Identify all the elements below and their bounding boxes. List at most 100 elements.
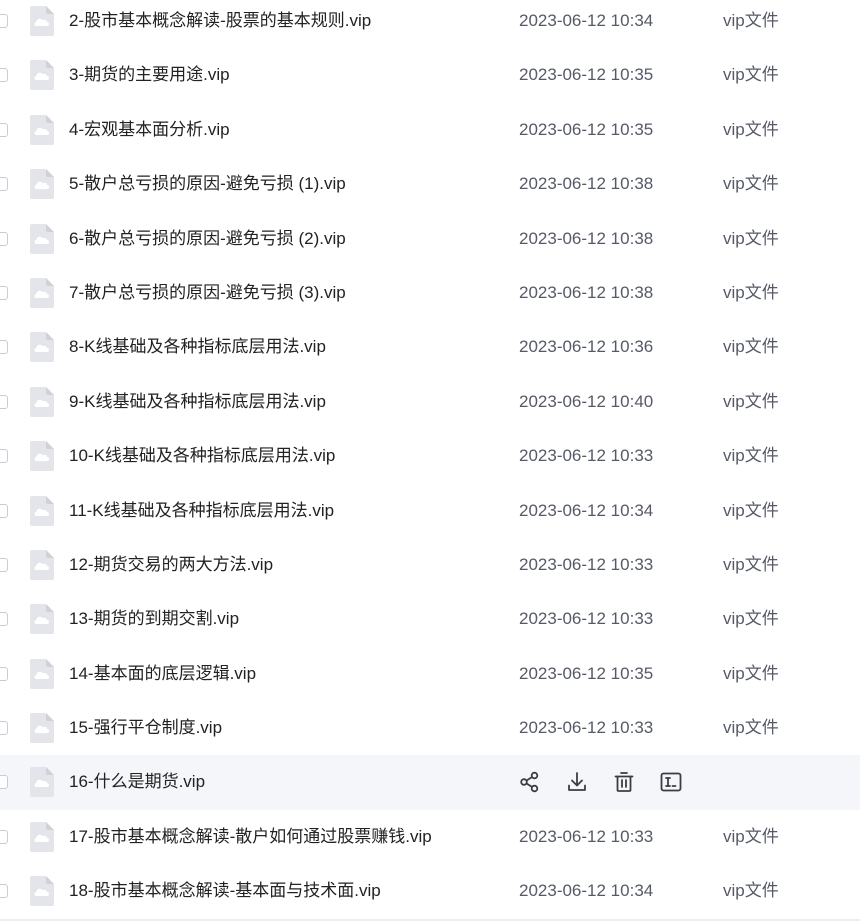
file-cloud-icon (30, 713, 54, 744)
file-cloud-icon (30, 169, 54, 200)
download-button[interactable] (565, 770, 589, 794)
file-type: vip文件 (723, 228, 779, 248)
file-row[interactable]: 12-期货交易的两大方法.vip 2023-06-12 10:33 vip文件 (0, 538, 860, 592)
file-type: vip文件 (723, 174, 779, 194)
delete-button[interactable] (612, 770, 636, 794)
file-row[interactable]: 6-散户总亏损的原因-避免亏损 (2).vip 2023-06-12 10:38 v… (0, 212, 860, 266)
row-checkbox[interactable] (0, 394, 8, 409)
file-cloud-icon (30, 386, 54, 417)
row-checkbox[interactable] (0, 449, 8, 464)
file-cloud-icon (30, 6, 54, 36)
file-modified-date: 2023-06-12 10:38 (519, 282, 654, 302)
file-name[interactable]: 6-散户总亏损的原因-避免亏损 (2).vip (69, 212, 346, 266)
file-row[interactable]: 15-强行平仓制度.vip 2023-06-12 10:33 vip文件 (0, 701, 860, 755)
file-type: vip文件 (723, 337, 779, 357)
file-name[interactable]: 3-期货的主要用途.vip (69, 48, 230, 102)
file-name[interactable]: 18-股市基本概念解读-基本面与技术面.vip (69, 864, 381, 918)
file-row[interactable]: 13-期货的到期交割.vip 2023-06-12 10:33 vip文件 (0, 592, 860, 646)
file-name[interactable]: 10-K线基础及各种指标底层用法.vip (69, 429, 335, 483)
file-row[interactable]: 8-K线基础及各种指标底层用法.vip 2023-06-12 10:36 vip文件 (0, 320, 860, 374)
file-name[interactable]: 16-什么是期货.vip (69, 755, 205, 809)
file-cloud-icon (30, 277, 54, 308)
rename-icon (659, 770, 683, 794)
file-modified-date: 2023-06-12 10:35 (519, 119, 654, 139)
file-modified-date: 2023-06-12 10:35 (519, 65, 654, 85)
row-checkbox[interactable] (0, 122, 8, 137)
rename-button[interactable] (659, 770, 683, 794)
file-cloud-icon (30, 441, 54, 472)
file-cloud-icon (30, 767, 54, 798)
file-type: vip文件 (723, 282, 779, 302)
file-row[interactable]: 7-散户总亏损的原因-避免亏损 (3).vip 2023-06-12 10:38 v… (0, 266, 860, 320)
download-icon (565, 770, 589, 794)
row-checkbox[interactable] (0, 884, 8, 899)
file-name[interactable]: 14-基本面的底层逻辑.vip (69, 647, 256, 701)
file-row[interactable]: 10-K线基础及各种指标底层用法.vip 2023-06-12 10:33 vip文… (0, 429, 860, 483)
row-checkbox[interactable] (0, 231, 8, 246)
row-checkbox[interactable] (0, 829, 8, 844)
file-type: vip文件 (723, 881, 779, 901)
file-modified-date: 2023-06-12 10:34 (519, 881, 654, 901)
file-type: vip文件 (723, 554, 779, 574)
row-checkbox[interactable] (0, 340, 8, 355)
row-checkbox[interactable] (0, 721, 8, 736)
file-cloud-icon (30, 114, 54, 145)
file-row[interactable]: 5-散户总亏损的原因-避免亏损 (1).vip 2023-06-12 10:38 v… (0, 157, 860, 211)
file-name[interactable]: 5-散户总亏损的原因-避免亏损 (1).vip (69, 157, 346, 211)
file-name[interactable]: 8-K线基础及各种指标底层用法.vip (69, 320, 326, 374)
file-name[interactable]: 7-散户总亏损的原因-避免亏损 (3).vip (69, 266, 346, 320)
row-checkbox[interactable] (0, 666, 8, 681)
file-type: vip文件 (723, 11, 779, 30)
row-checkbox[interactable] (0, 503, 8, 518)
file-name[interactable]: 13-期货的到期交割.vip (69, 592, 239, 646)
file-row[interactable]: 2-股市基本概念解读-股票的基本规则.vip 2023-06-12 10:34 vi… (0, 0, 860, 48)
row-checkbox[interactable] (0, 68, 8, 83)
file-type: vip文件 (723, 500, 779, 520)
file-row[interactable]: 17-股市基本概念解读-散户如何通过股票赚钱.vip 2023-06-12 10:… (0, 810, 860, 864)
row-checkbox[interactable] (0, 14, 8, 28)
file-row[interactable]: 18-股市基本概念解读-基本面与技术面.vip 2023-06-12 10:34 v… (0, 864, 860, 918)
file-cloud-icon (30, 332, 54, 363)
file-type: vip文件 (723, 826, 779, 846)
row-checkbox[interactable] (0, 612, 8, 627)
file-row[interactable]: 14-基本面的底层逻辑.vip 2023-06-12 10:35 vip文件 (0, 647, 860, 701)
file-modified-date: 2023-06-12 10:36 (519, 337, 654, 357)
file-name[interactable]: 15-强行平仓制度.vip (69, 701, 222, 755)
file-type: vip文件 (723, 391, 779, 411)
row-checkbox[interactable] (0, 557, 8, 572)
file-modified-date: 2023-06-12 10:33 (519, 826, 654, 846)
row-checkbox[interactable] (0, 177, 8, 192)
file-modified-date: 2023-06-12 10:35 (519, 663, 654, 683)
share-button[interactable] (518, 770, 542, 794)
file-cloud-icon (30, 495, 54, 526)
row-actions (518, 770, 683, 794)
file-row[interactable]: 16-什么是期货.vip (0, 755, 860, 810)
file-cloud-icon (30, 60, 54, 91)
file-modified-date: 2023-06-12 10:38 (519, 174, 654, 194)
file-modified-date: 2023-06-12 10:33 (519, 718, 654, 738)
file-modified-date: 2023-06-12 10:34 (519, 500, 654, 520)
file-row[interactable]: 9-K线基础及各种指标底层用法.vip 2023-06-12 10:40 vip文件 (0, 375, 860, 429)
row-checkbox[interactable] (0, 775, 8, 790)
file-name[interactable]: 11-K线基础及各种指标底层用法.vip (69, 484, 334, 538)
file-name[interactable]: 4-宏观基本面分析.vip (69, 103, 230, 157)
row-checkbox[interactable] (0, 285, 8, 300)
file-row[interactable]: 4-宏观基本面分析.vip 2023-06-12 10:35 vip文件 (0, 103, 860, 157)
file-list: 2-股市基本概念解读-股票的基本规则.vip 2023-06-12 10:34 vi… (0, 0, 860, 919)
file-cloud-icon (30, 223, 54, 254)
delete-icon (612, 770, 636, 794)
file-type: vip文件 (723, 446, 779, 466)
file-cloud-icon (30, 821, 54, 852)
file-name[interactable]: 17-股市基本概念解读-散户如何通过股票赚钱.vip (69, 810, 432, 864)
file-modified-date: 2023-06-12 10:33 (519, 554, 654, 574)
file-name[interactable]: 9-K线基础及各种指标底层用法.vip (69, 375, 326, 429)
file-name[interactable]: 12-期货交易的两大方法.vip (69, 538, 273, 592)
file-row[interactable]: 11-K线基础及各种指标底层用法.vip 2023-06-12 10:34 vip文… (0, 484, 860, 538)
file-name[interactable]: 2-股市基本概念解读-股票的基本规则.vip (69, 0, 371, 48)
file-cloud-icon (30, 658, 54, 689)
file-type: vip文件 (723, 119, 779, 139)
file-type: vip文件 (723, 65, 779, 85)
file-cloud-icon (30, 876, 54, 907)
file-row[interactable]: 3-期货的主要用途.vip 2023-06-12 10:35 vip文件 (0, 48, 860, 102)
file-modified-date: 2023-06-12 10:38 (519, 228, 654, 248)
